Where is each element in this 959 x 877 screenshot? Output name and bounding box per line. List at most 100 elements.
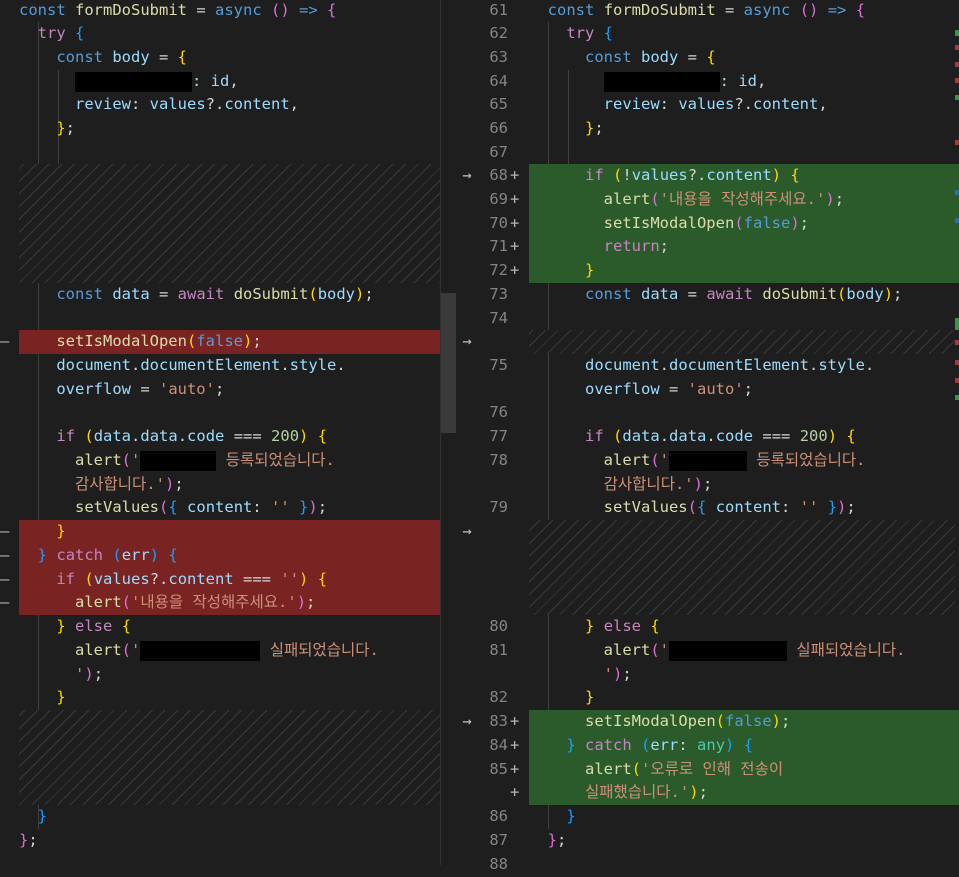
added-code-line: alert('오류로 인해 전송이 [529, 758, 959, 782]
added-line-marker: + [510, 760, 520, 778]
code-line: }; [585, 119, 604, 137]
added-code-line: if (!values?.content) { [529, 164, 959, 188]
line-number: 85 [489, 760, 508, 778]
diff-placeholder [19, 164, 440, 283]
code-line: '); [603, 665, 632, 683]
added-line-marker: + [510, 261, 520, 279]
line-number: 69 [489, 190, 508, 208]
code-line: }; [547, 831, 567, 849]
code-line: : id, [529, 70, 959, 94]
line-number: 78 [489, 451, 508, 469]
added-code-line: setIsModalOpen(false); [529, 710, 959, 734]
code-line: alert(' 실패되었습니다. [603, 640, 906, 661]
vertical-scrollbar[interactable] [441, 293, 456, 433]
code-line: alert(' 등록되었습니다. [75, 450, 335, 471]
overview-ruler-marker [955, 318, 959, 330]
line-number: 72 [489, 261, 508, 279]
added-line-marker: + [510, 166, 520, 184]
line-number: 65 [489, 95, 508, 113]
line-number: 76 [489, 403, 508, 421]
added-line-marker: + [510, 783, 520, 801]
code-line: overflow = 'auto'; [585, 380, 753, 398]
deleted-code-line: } catch (err) { [19, 544, 440, 568]
code-line: } [585, 688, 595, 706]
revert-arrow-icon[interactable]: → [458, 330, 476, 354]
deleted-code-line: if (values?.content === '') { [19, 568, 440, 592]
code-line: if (data.data.code === 200) { [56, 427, 328, 445]
diff-placeholder [529, 330, 955, 354]
diff-placeholder [19, 710, 440, 805]
code-line: alert(' 실패되었습니다. [75, 640, 379, 661]
line-number: 74 [489, 309, 508, 327]
code-line: document.documentElement.style. [585, 356, 875, 374]
added-line-marker: + [510, 712, 520, 730]
code-line: } [37, 807, 48, 825]
code-line: }; [56, 119, 76, 137]
overview-ruler-marker [955, 190, 959, 195]
overview-ruler-marker [955, 62, 959, 67]
added-code-line: setIsModalOpen(false); [529, 212, 959, 236]
deleted-code-line: } [19, 520, 440, 544]
code-line: try { [37, 24, 85, 42]
added-code-line: return; [529, 235, 959, 259]
line-number: 67 [489, 143, 508, 161]
code-line: } else { [585, 617, 660, 635]
code-line: const body = { [585, 48, 716, 66]
code-line: setValues({ content: '' }); [603, 498, 856, 516]
code-line: const body = { [56, 48, 188, 66]
revert-arrow-icon[interactable]: → [458, 520, 476, 544]
diff-modified-pane[interactable]: const formDoSubmit = async () => { try {… [529, 0, 959, 865]
deleted-code-line: alert('내용을 작성해주세요.'); [19, 591, 440, 615]
code-line: 감사합니다.'); [603, 475, 713, 493]
code-line: const data = await doSubmit(body); [585, 285, 903, 303]
diff-original-pane[interactable]: — — — — — const formDoSubmit = async () … [0, 0, 458, 865]
added-code-line: 실패했습니다.'); [529, 781, 959, 805]
line-number: 86 [489, 807, 508, 825]
overview-ruler-marker [955, 45, 959, 50]
line-number: 61 [489, 1, 508, 19]
line-number: 71 [489, 237, 508, 255]
line-number: 84 [489, 736, 508, 754]
code-line: const formDoSubmit = async () => { [547, 1, 866, 19]
code-line: review: values?.content, [75, 95, 300, 113]
line-number: 66 [489, 119, 508, 137]
code-line: if (data.data.code === 200) { [585, 427, 856, 445]
overview-ruler-marker [955, 78, 959, 83]
line-number: 79 [489, 498, 508, 516]
code-line: document.documentElement.style. [56, 356, 346, 374]
added-line-marker: + [510, 736, 520, 754]
line-number: 80 [489, 617, 508, 635]
overview-ruler-marker [955, 340, 959, 345]
line-number: 63 [489, 48, 508, 66]
code-line: : id, [19, 70, 440, 94]
added-code-line: } [529, 259, 959, 283]
code-line: }; [19, 831, 38, 849]
added-line-marker: + [510, 214, 520, 232]
overview-ruler-marker [955, 95, 959, 100]
diff-center-gutter: → → → → 61 62 63 64 65 66 67 68 + 69 + 7… [458, 0, 529, 873]
line-number: 77 [489, 427, 508, 445]
code-line: setValues({ content: '' }); [75, 498, 328, 516]
deleted-line-marker: — [0, 546, 10, 564]
line-number: 87 [489, 831, 508, 849]
overview-ruler-marker [955, 378, 959, 383]
overview-ruler-marker [955, 360, 959, 365]
overview-ruler-marker [955, 140, 959, 145]
line-number: 62 [489, 24, 508, 42]
added-line-marker: + [510, 237, 520, 255]
code-line: } [566, 807, 576, 825]
line-number: 81 [489, 641, 508, 659]
code-line: overflow = 'auto'; [56, 380, 225, 398]
overview-ruler-marker [955, 218, 959, 223]
code-line: 감사합니다.'); [75, 475, 184, 493]
code-line: review: values?.content, [603, 95, 828, 113]
line-number: 82 [489, 688, 508, 706]
code-line: } else { [56, 617, 132, 635]
deleted-line-marker: — [0, 593, 10, 611]
line-number: 70 [489, 214, 508, 232]
line-number: 83 [489, 712, 508, 730]
code-line: } [56, 688, 66, 706]
overview-ruler-marker [955, 395, 959, 400]
code-line: '); [75, 665, 104, 683]
deleted-line-marker: — [0, 570, 10, 588]
